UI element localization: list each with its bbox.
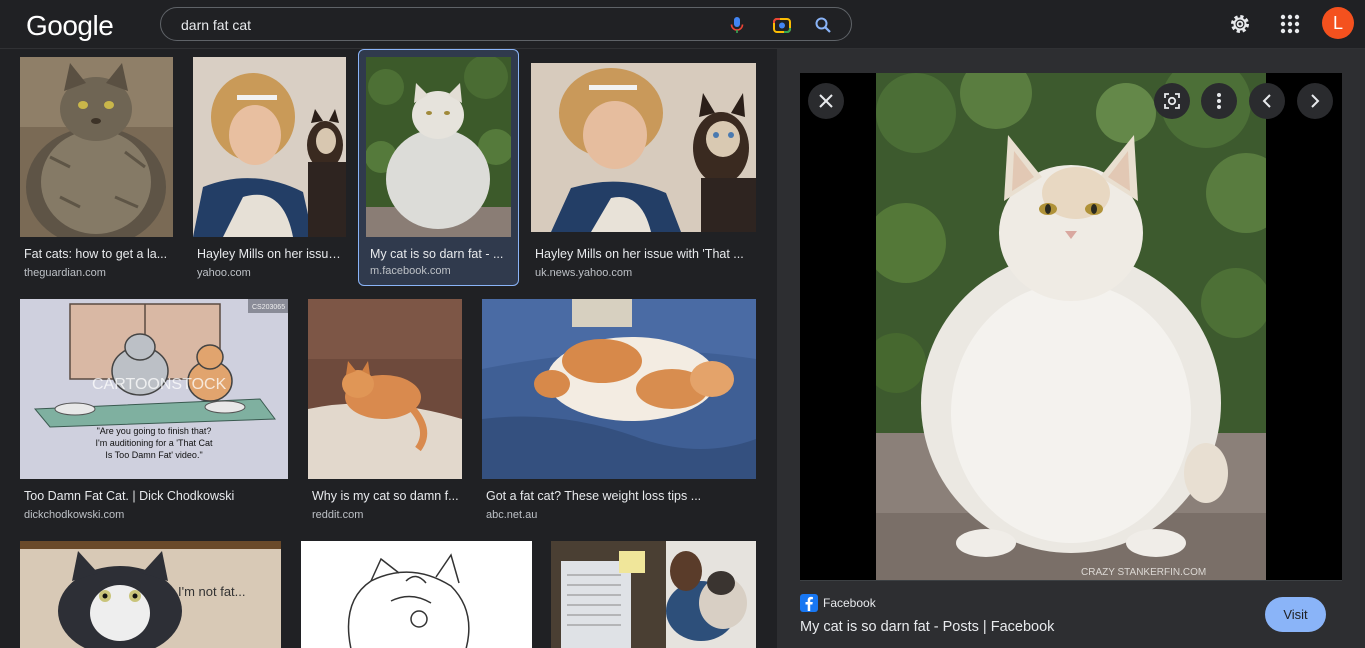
visit-button[interactable]: Visit [1265,597,1326,632]
search-icon[interactable] [813,15,833,35]
cartoon-caption-line: "Are you going to finish that? [97,426,212,436]
close-icon [819,94,833,108]
lens-icon [1164,93,1180,109]
result-card[interactable]: Hayley Mills on her issue with 'That ...… [525,53,763,285]
divider [800,580,1342,581]
camera-lens-icon[interactable] [772,15,792,35]
next-image-button[interactable] [1297,83,1333,119]
google-logo[interactable]: Google [26,10,114,42]
result-title[interactable]: Got a fat cat? These weight loss tips ..… [486,489,756,503]
result-thumbnail[interactable] [482,299,756,479]
top-bar: Google darn fat cat L [0,0,1365,49]
result-thumbnail[interactable] [531,63,756,232]
cartoon-caption-line: Is Too Damn Fat' video." [105,450,202,460]
cartoon-caption-line: I'm auditioning for a 'That Cat [96,438,213,448]
result-card[interactable]: Fat cats: how to get a la... theguardian… [14,53,180,285]
result-card[interactable] [545,537,763,648]
result-source: uk.news.yahoo.com [535,267,633,279]
result-thumbnail[interactable] [551,541,756,648]
result-source: reddit.com [312,509,364,521]
result-card[interactable]: Got a fat cat? These weight loss tips ..… [476,295,763,527]
result-card[interactable]: CS203065 CARTOONSTOCK "Are you going to … [14,295,295,527]
result-card[interactable]: Why is my cat so damn f... reddit.com [302,295,469,527]
search-input[interactable]: darn fat cat [181,17,251,33]
result-card[interactable]: Hayley Mills on her issue... yahoo.com [187,53,353,285]
result-thumbnail[interactable] [301,541,532,648]
result-source: dickchodkowski.com [24,509,125,521]
chevron-left-icon [1262,94,1271,108]
preview-watermark: CRAZY STANKERFIN.COM [1081,567,1206,578]
result-card[interactable]: I'm not fat... [14,537,288,648]
result-source: m.facebook.com [370,265,451,277]
result-card[interactable] [295,537,538,648]
close-preview-button[interactable] [808,83,844,119]
result-source: abc.net.au [486,509,538,521]
result-title[interactable]: Fat cats: how to get a la... [24,247,172,261]
preview-image-frame: CRAZY STANKERFIN.COM [800,73,1342,580]
more-vert-icon [1217,93,1221,109]
result-source: theguardian.com [24,267,106,279]
preview-image[interactable]: CRAZY STANKERFIN.COM [876,73,1266,580]
facebook-icon [800,594,818,612]
settings-gear-icon[interactable] [1227,11,1253,37]
account-avatar[interactable]: L [1322,7,1354,39]
image-preview-panel: CRAZY STANKERFIN.COM Facebook My cat is … [777,49,1365,648]
result-source: yahoo.com [197,267,251,279]
result-thumbnail[interactable] [366,57,511,237]
chevron-right-icon [1311,94,1320,108]
preview-title[interactable]: My cat is so darn fat - Posts | Facebook [800,619,1054,635]
result-title[interactable]: My cat is so darn fat - ... [370,247,510,261]
previous-image-button[interactable] [1249,83,1285,119]
result-title[interactable]: Hayley Mills on her issue... [197,247,345,261]
apps-grid-icon[interactable] [1277,11,1303,37]
cartoon-id: CS203065 [252,304,285,311]
result-title[interactable]: Too Damn Fat Cat. | Dick Chodkowski [24,489,289,503]
result-thumbnail[interactable] [308,299,462,479]
result-thumbnail[interactable] [193,57,346,237]
thumbnail-caption: I'm not fat... [178,584,246,599]
result-title[interactable]: Hayley Mills on her issue with 'That ... [535,247,755,261]
result-title[interactable]: Why is my cat so damn f... [312,489,462,503]
result-thumbnail[interactable]: I'm not fat... [20,541,281,648]
search-box[interactable]: darn fat cat [160,7,852,41]
result-thumbnail[interactable]: CS203065 CARTOONSTOCK "Are you going to … [20,299,288,479]
lens-search-button[interactable] [1154,83,1190,119]
preview-source[interactable]: Facebook [823,596,876,610]
result-thumbnail[interactable] [20,57,173,237]
result-card-selected[interactable]: My cat is so darn fat - ... m.facebook.c… [358,49,519,286]
more-options-button[interactable] [1201,83,1237,119]
microphone-icon[interactable] [727,15,747,35]
image-results-grid: Fat cats: how to get a la... theguardian… [0,49,777,648]
cartoon-watermark: CARTOONSTOCK [92,376,227,393]
